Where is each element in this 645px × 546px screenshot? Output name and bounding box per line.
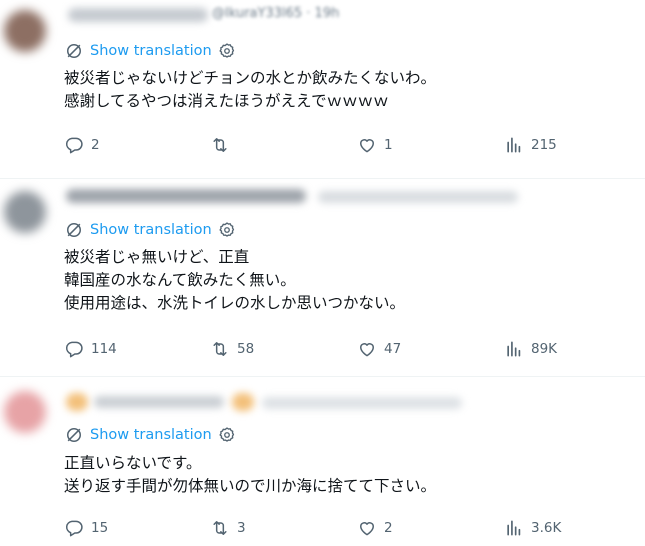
show-translation-row: Show translation	[64, 40, 236, 62]
views-count: 3.6K	[531, 520, 562, 536]
like-icon	[357, 518, 377, 538]
views-count: 215	[531, 137, 557, 153]
gear-icon[interactable]	[218, 426, 236, 444]
blurred-display-name	[94, 396, 224, 408]
tweet-text-line: 被災者じゃ無いけど、正直	[64, 248, 250, 266]
reply-icon	[64, 135, 84, 155]
tweet-2[interactable]: Show translation 被災者じゃ無いけど、正直 韓国産の水なんて飲み…	[0, 179, 645, 376]
blurred-emoji	[66, 393, 88, 411]
repost-count: 58	[237, 341, 255, 357]
like-count: 2	[384, 520, 393, 536]
translate-icon	[64, 41, 84, 61]
like-count: 1	[384, 137, 393, 153]
repost-icon	[210, 339, 230, 359]
views-icon	[504, 518, 524, 538]
views-button[interactable]: 3.6K	[504, 517, 561, 539]
reply-button[interactable]: 15	[64, 517, 108, 539]
views-button[interactable]: 89K	[504, 338, 557, 360]
avatar[interactable]	[4, 10, 46, 52]
show-translation-link[interactable]: Show translation	[90, 222, 212, 238]
tweet-1[interactable]: @IkuraY33l65 · 19h Show translation 被災者じ…	[0, 0, 645, 178]
repost-button[interactable]: 58	[210, 338, 254, 360]
tweet-text-line: 韓国産の水なんて飲みたく無い。	[64, 271, 296, 289]
show-translation-link[interactable]: Show translation	[90, 427, 212, 443]
repost-icon	[210, 135, 230, 155]
avatar[interactable]	[4, 391, 46, 433]
repost-count: 3	[237, 520, 246, 536]
blurred-handle	[262, 397, 462, 409]
gear-icon[interactable]	[218, 221, 236, 239]
tweet-text-line: 感謝してるやつは消えたほうがええでｗｗｗｗ	[64, 92, 389, 110]
like-count: 47	[384, 341, 402, 357]
tweet-text-line: 送り返す手間が勿体無いので川か海に捨てて下さい。	[64, 477, 437, 495]
views-icon	[504, 135, 524, 155]
gear-icon[interactable]	[218, 42, 236, 60]
show-translation-link[interactable]: Show translation	[90, 43, 212, 59]
blurred-display-name	[68, 8, 208, 22]
tweet-text: 被災者じゃないけどチョンの水とか飲みたくないわ。 感謝してるやつは消えたほうがえ…	[64, 67, 436, 113]
repost-icon	[210, 518, 230, 538]
repost-button[interactable]	[210, 134, 237, 156]
tweet-text-line: 使用用途は、水洗トイレの水しか思いつかない。	[64, 294, 406, 312]
handle-and-time: @IkuraY33l65 · 19h	[212, 6, 340, 21]
reply-button[interactable]: 114	[64, 338, 117, 360]
like-button[interactable]: 1	[357, 134, 393, 156]
reply-count: 114	[91, 341, 117, 357]
reply-icon	[64, 518, 84, 538]
like-button[interactable]: 47	[357, 338, 401, 360]
tweet-3[interactable]: Show translation 正直いらないです。 送り返す手間が勿体無いので…	[0, 377, 645, 546]
views-icon	[504, 339, 524, 359]
tweet-text: 正直いらないです。 送り返す手間が勿体無いので川か海に捨てて下さい。	[64, 452, 436, 498]
tweet-text-line: 正直いらないです。	[64, 454, 202, 472]
avatar[interactable]	[4, 191, 46, 233]
blurred-handle	[318, 191, 518, 203]
reply-icon	[64, 339, 84, 359]
like-icon	[357, 135, 377, 155]
blurred-display-name	[66, 189, 306, 203]
views-button[interactable]: 215	[504, 134, 557, 156]
repost-button[interactable]: 3	[210, 517, 246, 539]
show-translation-row: Show translation	[64, 219, 236, 241]
reply-count: 15	[91, 520, 109, 536]
translate-icon	[64, 425, 84, 445]
like-button[interactable]: 2	[357, 517, 393, 539]
tweet-text: 被災者じゃ無いけど、正直 韓国産の水なんて飲みたく無い。 使用用途は、水洗トイレ…	[64, 246, 405, 315]
reply-count: 2	[91, 137, 100, 153]
tweet-text-line: 被災者じゃないけどチョンの水とか飲みたくないわ。	[64, 69, 437, 87]
like-icon	[357, 339, 377, 359]
reply-button[interactable]: 2	[64, 134, 100, 156]
views-count: 89K	[531, 341, 558, 357]
show-translation-row: Show translation	[64, 424, 236, 446]
translate-icon	[64, 220, 84, 240]
blurred-emoji	[232, 393, 254, 411]
